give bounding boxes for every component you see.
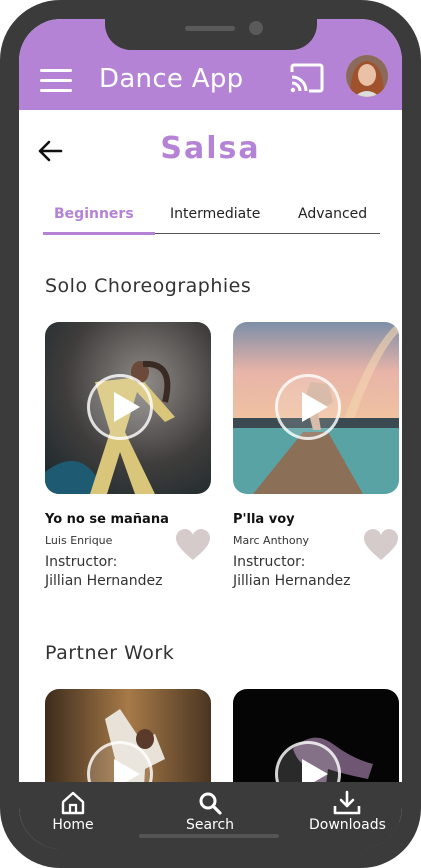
video-thumbnail-1[interactable]: [45, 322, 211, 494]
section-title-solo: Solo Choreographies: [45, 275, 252, 297]
heart-icon[interactable]: [175, 528, 211, 562]
menu-icon: [40, 69, 72, 72]
nav-search-label: Search: [185, 817, 235, 833]
nav-downloads-label: Downloads: [309, 817, 386, 833]
search-icon: [199, 792, 222, 815]
bottom-navigation: Home Search Downloads: [19, 782, 402, 849]
home-icon: [61, 791, 85, 815]
app-title: Dance App: [99, 64, 244, 94]
instructor-label: Instructor:: [233, 554, 306, 570]
instructor-name: Jillian Hernandez: [45, 573, 163, 589]
tab-intermediate[interactable]: Intermediate: [170, 206, 260, 222]
page-title: Salsa: [160, 131, 261, 166]
active-tab-indicator: [43, 232, 155, 235]
artist-name: Marc Anthony: [233, 534, 310, 547]
instructor-label: Instructor:: [45, 554, 118, 570]
home-indicator: [139, 834, 279, 838]
nav-home-label: Home: [52, 817, 94, 833]
level-tabs: Beginners Intermediate Advanced: [43, 203, 380, 235]
speaker-grille: [185, 26, 235, 31]
nav-search[interactable]: Search: [183, 790, 237, 833]
avatar-photo: [346, 55, 388, 97]
nav-downloads[interactable]: Downloads: [309, 790, 386, 833]
song-title: P'lla voy: [233, 512, 295, 527]
phone-frame: Dance App Salsa Beginners Intermediate A…: [0, 0, 421, 868]
cast-icon: [290, 63, 324, 93]
cast-button[interactable]: [289, 63, 325, 93]
menu-button[interactable]: [40, 69, 72, 93]
phone-notch: [105, 19, 317, 50]
heart-icon[interactable]: [363, 528, 399, 562]
download-icon: [333, 790, 361, 815]
app-screen: Dance App Salsa Beginners Intermediate A…: [19, 19, 402, 849]
video-thumbnail-2[interactable]: [233, 322, 399, 494]
instructor-name: Jillian Hernandez: [233, 573, 351, 589]
nav-home[interactable]: Home: [49, 790, 97, 833]
play-icon[interactable]: [87, 374, 153, 440]
avatar[interactable]: [346, 55, 388, 97]
song-title: Yo no se mañana: [45, 512, 169, 527]
tab-beginners[interactable]: Beginners: [54, 206, 134, 222]
section-title-partner: Partner Work: [45, 642, 175, 664]
artist-name: Luis Enrique: [45, 534, 113, 547]
tab-advanced[interactable]: Advanced: [298, 206, 367, 222]
app-bar: Dance App: [19, 19, 402, 110]
front-camera: [249, 21, 263, 35]
play-icon[interactable]: [275, 374, 341, 440]
